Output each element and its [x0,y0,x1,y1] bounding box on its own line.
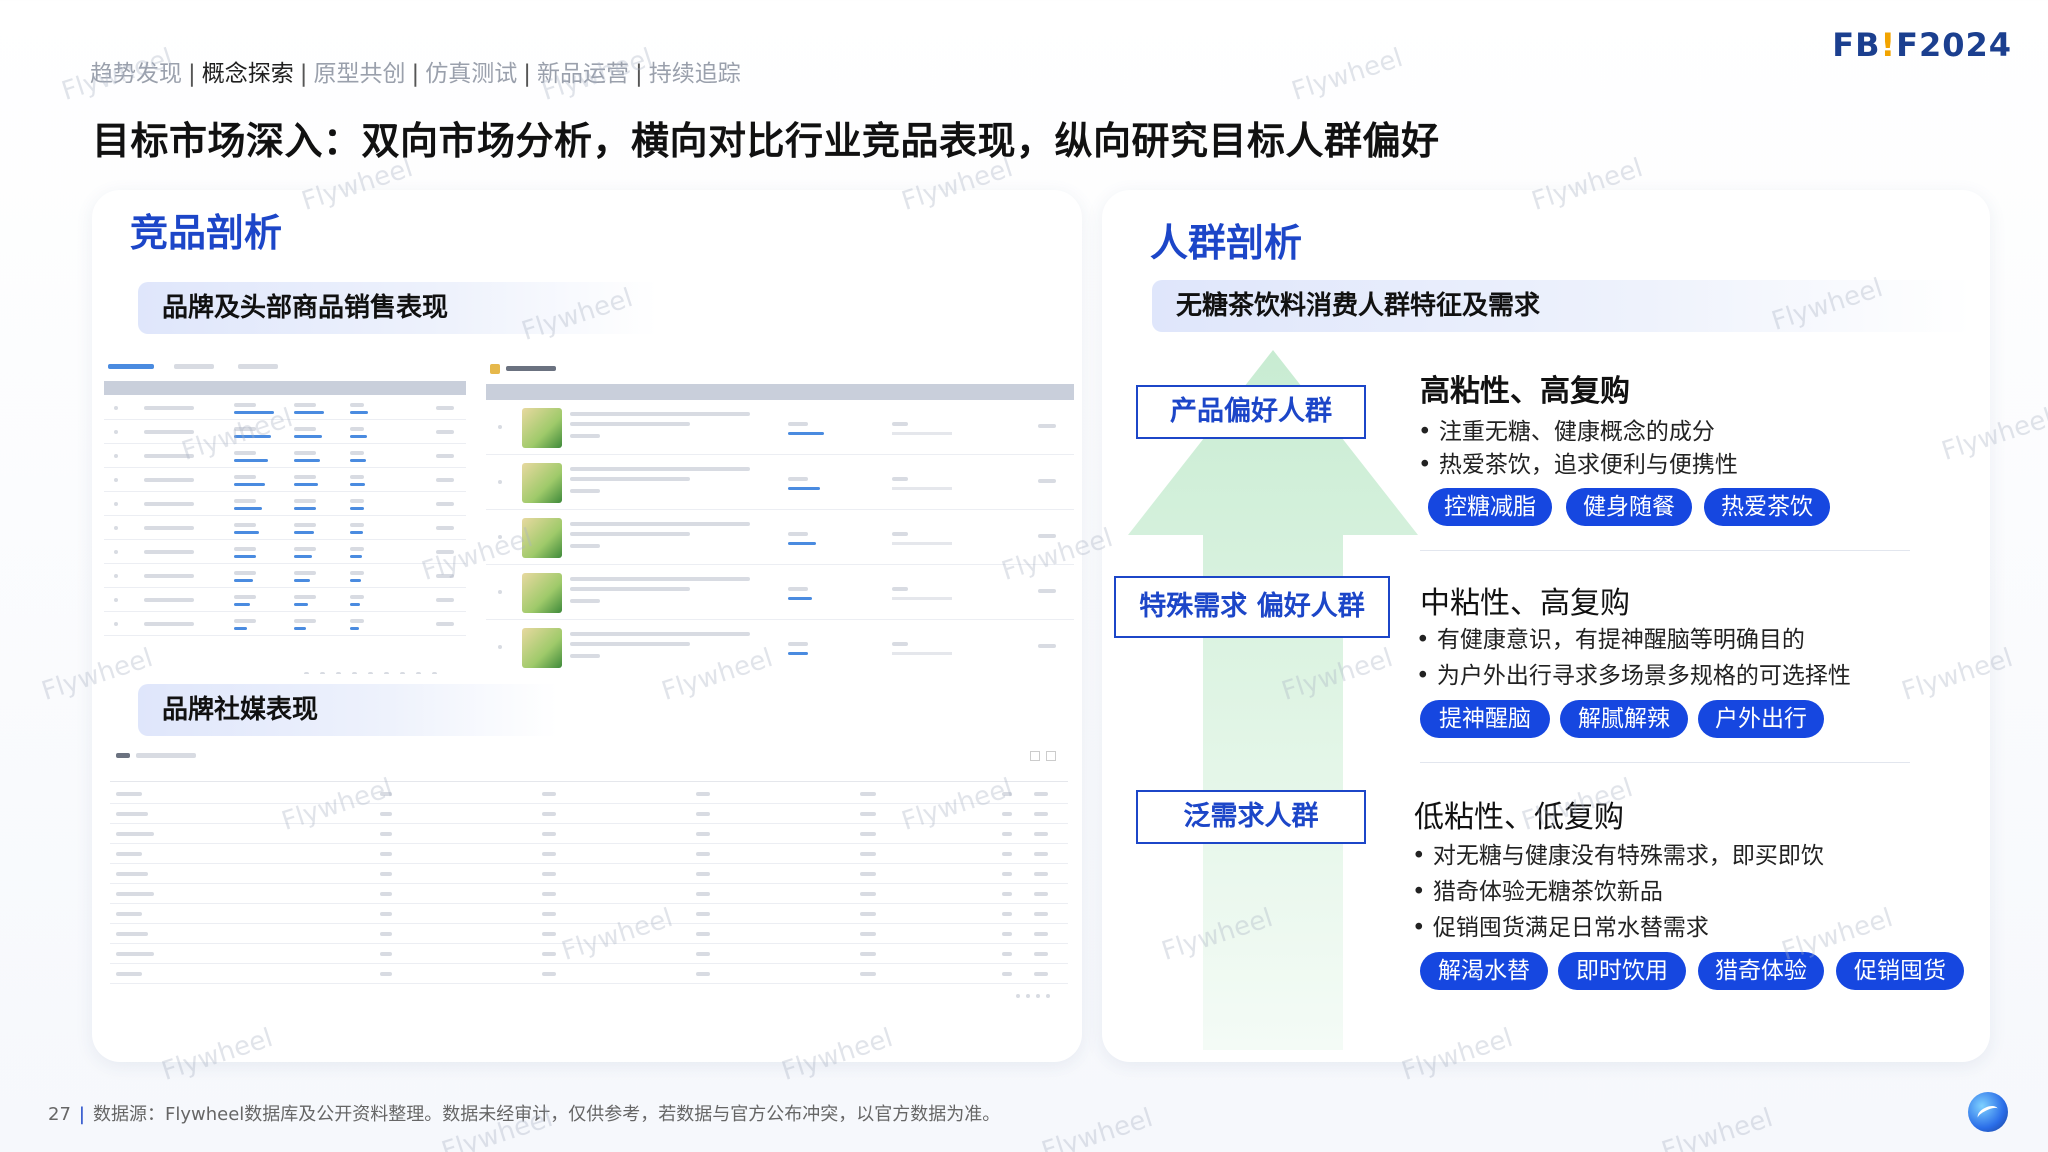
group2-bullet-2: • 为户外出行寻求多场景多规格的可选择性 [1416,663,1851,689]
nav-item-operation[interactable]: 新品运营 [537,61,629,87]
table-row [104,540,466,564]
group3-heading: 低粘性、低复购 [1414,800,1624,835]
table-row [104,396,466,420]
tag-tea-lover[interactable]: 热爱茶饮 [1704,488,1830,526]
group3-bullet-1: • 对无糖与健康没有特殊需求，即买即饮 [1412,843,1824,869]
group3-bullet-2: • 猎奇体验无糖茶饮新品 [1412,879,1663,905]
group-label-general-needs: 泛需求人群 [1136,790,1366,844]
table-row [104,468,466,492]
table-row [104,588,466,612]
tag-fitness-meal[interactable]: 健身随餐 [1566,488,1692,526]
table-row [110,964,1068,984]
tag-sugar-control[interactable]: 控糖减脂 [1428,488,1552,526]
nav-item-prototype[interactable]: 原型共创 [314,61,406,87]
watermark-text: Flywheel [1658,1103,1777,1152]
group1-bullet-1: • 注重无糖、健康概念的成分 [1418,419,1715,445]
table-row [110,844,1068,864]
fbif-logo: FB!F2024 [1832,26,2012,64]
brand-sales-band: 品牌及头部商品销售表现 [138,282,658,334]
nav-item-concept[interactable]: 概念探索 [202,61,294,87]
page-title: 目标市场深入：双向市场分析，横向对比行业竞品表现，纵向研究目标人群偏好 [92,119,1440,163]
tag-instant-drink[interactable]: 即时饮用 [1558,952,1686,990]
tag-thirst[interactable]: 解渴水替 [1420,952,1548,990]
group2-heading: 中粘性、高复购 [1420,586,1630,621]
group1-bullet-2: • 热爱茶饮，追求便利与便携性 [1418,452,1738,478]
group-label-product-preference: 产品偏好人群 [1136,385,1366,439]
table-row [104,420,466,444]
brand-ranking-table-thumbnail [104,362,466,674]
process-breadcrumb: 趋势发现 | 概念探索 | 原型共创 | 仿真测试 | 新品运营 | 持续追踪 [90,61,741,87]
tag-refresh[interactable]: 提神醒脑 [1420,700,1550,738]
nav-item-tracking[interactable]: 持续追踪 [649,61,741,87]
group-label-special-needs: 特殊需求 偏好人群 [1114,576,1390,638]
nav-item-trend[interactable]: 趋势发现 [90,61,182,87]
divider [1420,762,1910,763]
table-row [110,864,1068,884]
top-products-table-thumbnail [486,362,1074,674]
table-row [110,824,1068,844]
table-row [104,444,466,468]
table-row [110,924,1068,944]
watermark-text: Flywheel [1288,43,1407,107]
competitor-section-title: 竞品剖析 [130,211,283,255]
table-row [486,620,1074,674]
brand-social-band: 品牌社媒表现 [138,684,558,736]
table-row [104,516,466,540]
table-row [486,400,1074,455]
table-row [104,564,466,588]
source-note: 数据源：Flywheel数据库及公开资料整理。数据未经审计，仅供参考，若数据与官… [92,1104,1001,1125]
up-arrow-graphic [1128,350,1418,1050]
audience-band: 无糖茶饮料消费人群特征及需求 [1152,280,1972,332]
table-row [104,612,466,636]
table-row [110,784,1068,804]
table-row [110,904,1068,924]
group1-heading: 高粘性、高复购 [1420,374,1630,409]
tag-promotion-stock[interactable]: 促销囤货 [1836,952,1964,990]
tag-relieve-grease[interactable]: 解腻解辣 [1560,700,1688,738]
table-row [486,565,1074,620]
divider [1420,550,1910,551]
brand-social-table-thumbnail [110,750,1068,1006]
page-number: 27 [48,1104,71,1125]
nav-item-simulation[interactable]: 仿真测试 [425,61,517,87]
group3-bullet-3: • 促销囤货满足日常水替需求 [1412,915,1709,941]
table-row [104,492,466,516]
table-row [110,884,1068,904]
table-row [486,510,1074,565]
flywheel-logo-icon [1968,1092,2008,1132]
footer-source: 27 | 数据源：Flywheel数据库及公开资料整理。数据未经审计，仅供参考，若数… [48,1104,1001,1125]
tag-outdoor[interactable]: 户外出行 [1698,700,1824,738]
table-row [486,455,1074,510]
table-row [110,944,1068,964]
group2-bullet-1: • 有健康意识，有提神醒脑等明确目的 [1416,627,1805,653]
table-row [110,804,1068,824]
tag-novelty[interactable]: 猎奇体验 [1698,952,1824,990]
watermark-text: Flywheel [1038,1103,1157,1152]
audience-section-title: 人群剖析 [1150,221,1303,265]
